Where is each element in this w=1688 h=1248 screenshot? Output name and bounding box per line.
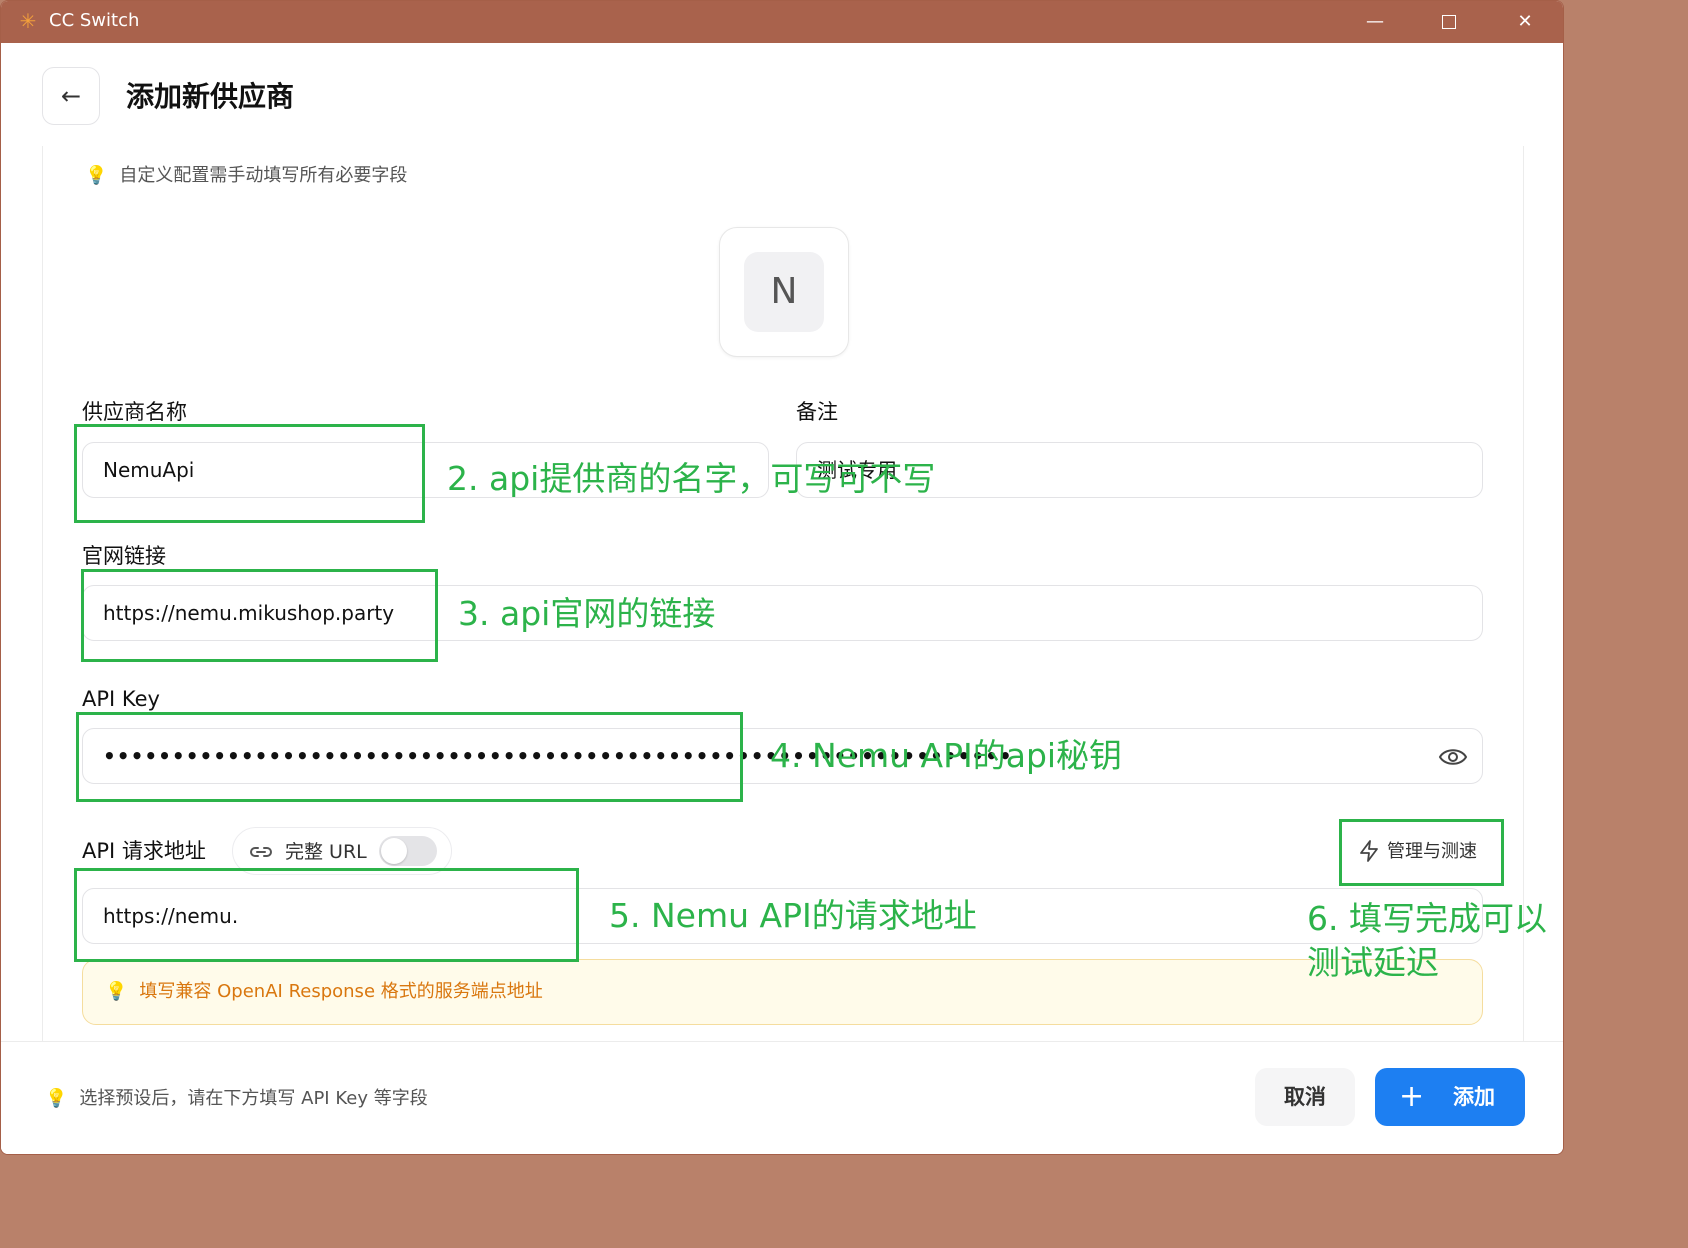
provider-name-label: 供应商名称	[82, 400, 187, 424]
provider-logo-letter: N	[744, 252, 824, 332]
maximize-icon	[1442, 15, 1456, 29]
hint-text: 自定义配置需手动填写所有必要字段	[119, 165, 408, 186]
annotation-5: 5. Nemu API的请求地址	[609, 896, 977, 935]
annotation-box-api-url	[74, 868, 579, 962]
annotation-box-website	[81, 569, 438, 662]
back-button[interactable]: ←	[42, 67, 100, 125]
provider-logo[interactable]: N	[719, 227, 849, 357]
lightbulb-icon: 💡	[105, 981, 128, 1002]
plus-icon: +	[1399, 1079, 1425, 1114]
title-bar: ✳ CC Switch — ✕	[1, 1, 1563, 43]
window-title: CC Switch	[49, 10, 140, 31]
annotation-4: 4. Nemu API的api秘钥	[770, 736, 1123, 775]
link-icon	[250, 847, 272, 857]
maximize-button[interactable]	[1429, 7, 1469, 37]
page-title: 添加新供应商	[126, 80, 295, 113]
notes-label: 备注	[796, 400, 838, 424]
annotation-box-manage	[1339, 819, 1504, 886]
endpoint-note-text: 填写兼容 OpenAI Response 格式的服务端点地址	[139, 981, 543, 1002]
arrow-left-icon: ←	[60, 82, 82, 110]
full-url-label: 完整 URL	[285, 841, 367, 863]
endpoint-note: 💡 填写兼容 OpenAI Response 格式的服务端点地址	[82, 959, 1483, 1025]
close-button[interactable]: ✕	[1505, 7, 1545, 37]
cancel-button[interactable]: 取消	[1255, 1068, 1355, 1126]
custom-config-hint: 💡 自定义配置需手动填写所有必要字段	[85, 163, 407, 189]
annotation-3: 3. api官网的链接	[458, 594, 716, 633]
annotation-box-provider-name	[74, 424, 425, 523]
website-label: 官网链接	[82, 544, 166, 568]
app-logo-icon: ✳	[19, 9, 37, 33]
minimize-button[interactable]: —	[1355, 7, 1395, 37]
full-url-switch[interactable]	[379, 836, 437, 866]
annotation-6: 6. 填写完成可以测试延迟	[1307, 899, 1547, 982]
annotation-box-api-key	[76, 712, 743, 802]
add-button[interactable]: + 添加	[1375, 1068, 1525, 1126]
add-label: 添加	[1453, 1085, 1495, 1109]
annotation-2: 2. api提供商的名字，可写可不写	[447, 459, 936, 498]
footer-hint-text: 选择预设后，请在下方填写 API Key 等字段	[79, 1088, 428, 1109]
app-window: ✳ CC Switch — ✕ ← 添加新供应商 💡 自定义配置需手动填写所有必要…	[0, 0, 1564, 1155]
api-url-label: API 请求地址	[82, 839, 206, 863]
eye-icon[interactable]	[1438, 744, 1468, 770]
api-key-label: API Key	[82, 687, 160, 711]
switch-knob	[381, 838, 407, 864]
lightbulb-icon: 💡	[45, 1088, 68, 1109]
lightbulb-icon: 💡	[85, 165, 108, 186]
